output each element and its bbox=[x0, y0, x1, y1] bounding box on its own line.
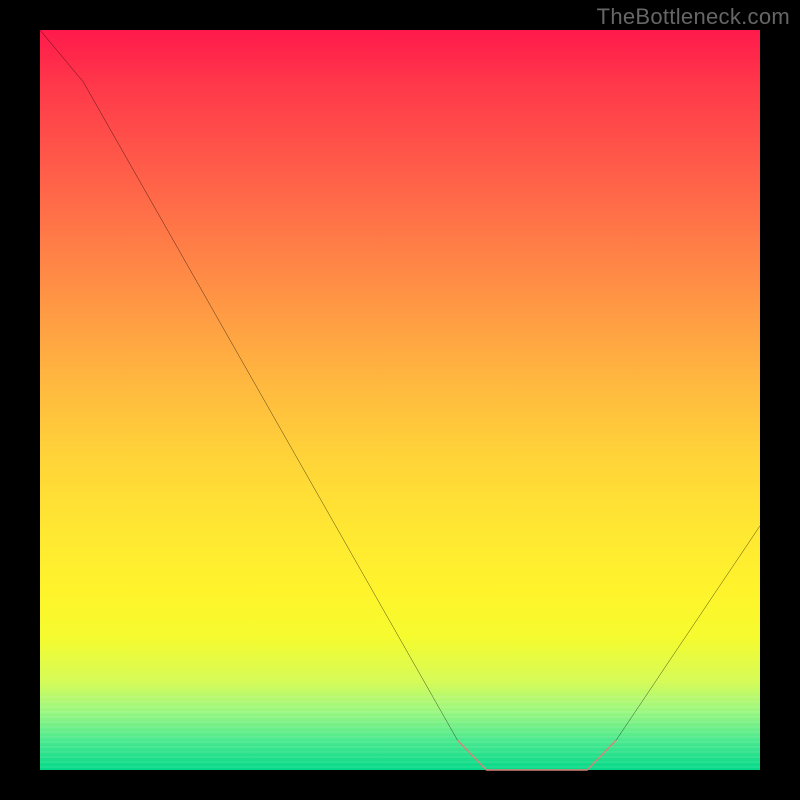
watermark-text: TheBottleneck.com bbox=[597, 4, 790, 30]
bottleneck-curve bbox=[40, 30, 760, 770]
chart-frame: TheBottleneck.com bbox=[0, 0, 800, 800]
plot-area bbox=[40, 30, 760, 770]
highlight-segment bbox=[458, 740, 616, 770]
curve-svg bbox=[40, 30, 760, 770]
